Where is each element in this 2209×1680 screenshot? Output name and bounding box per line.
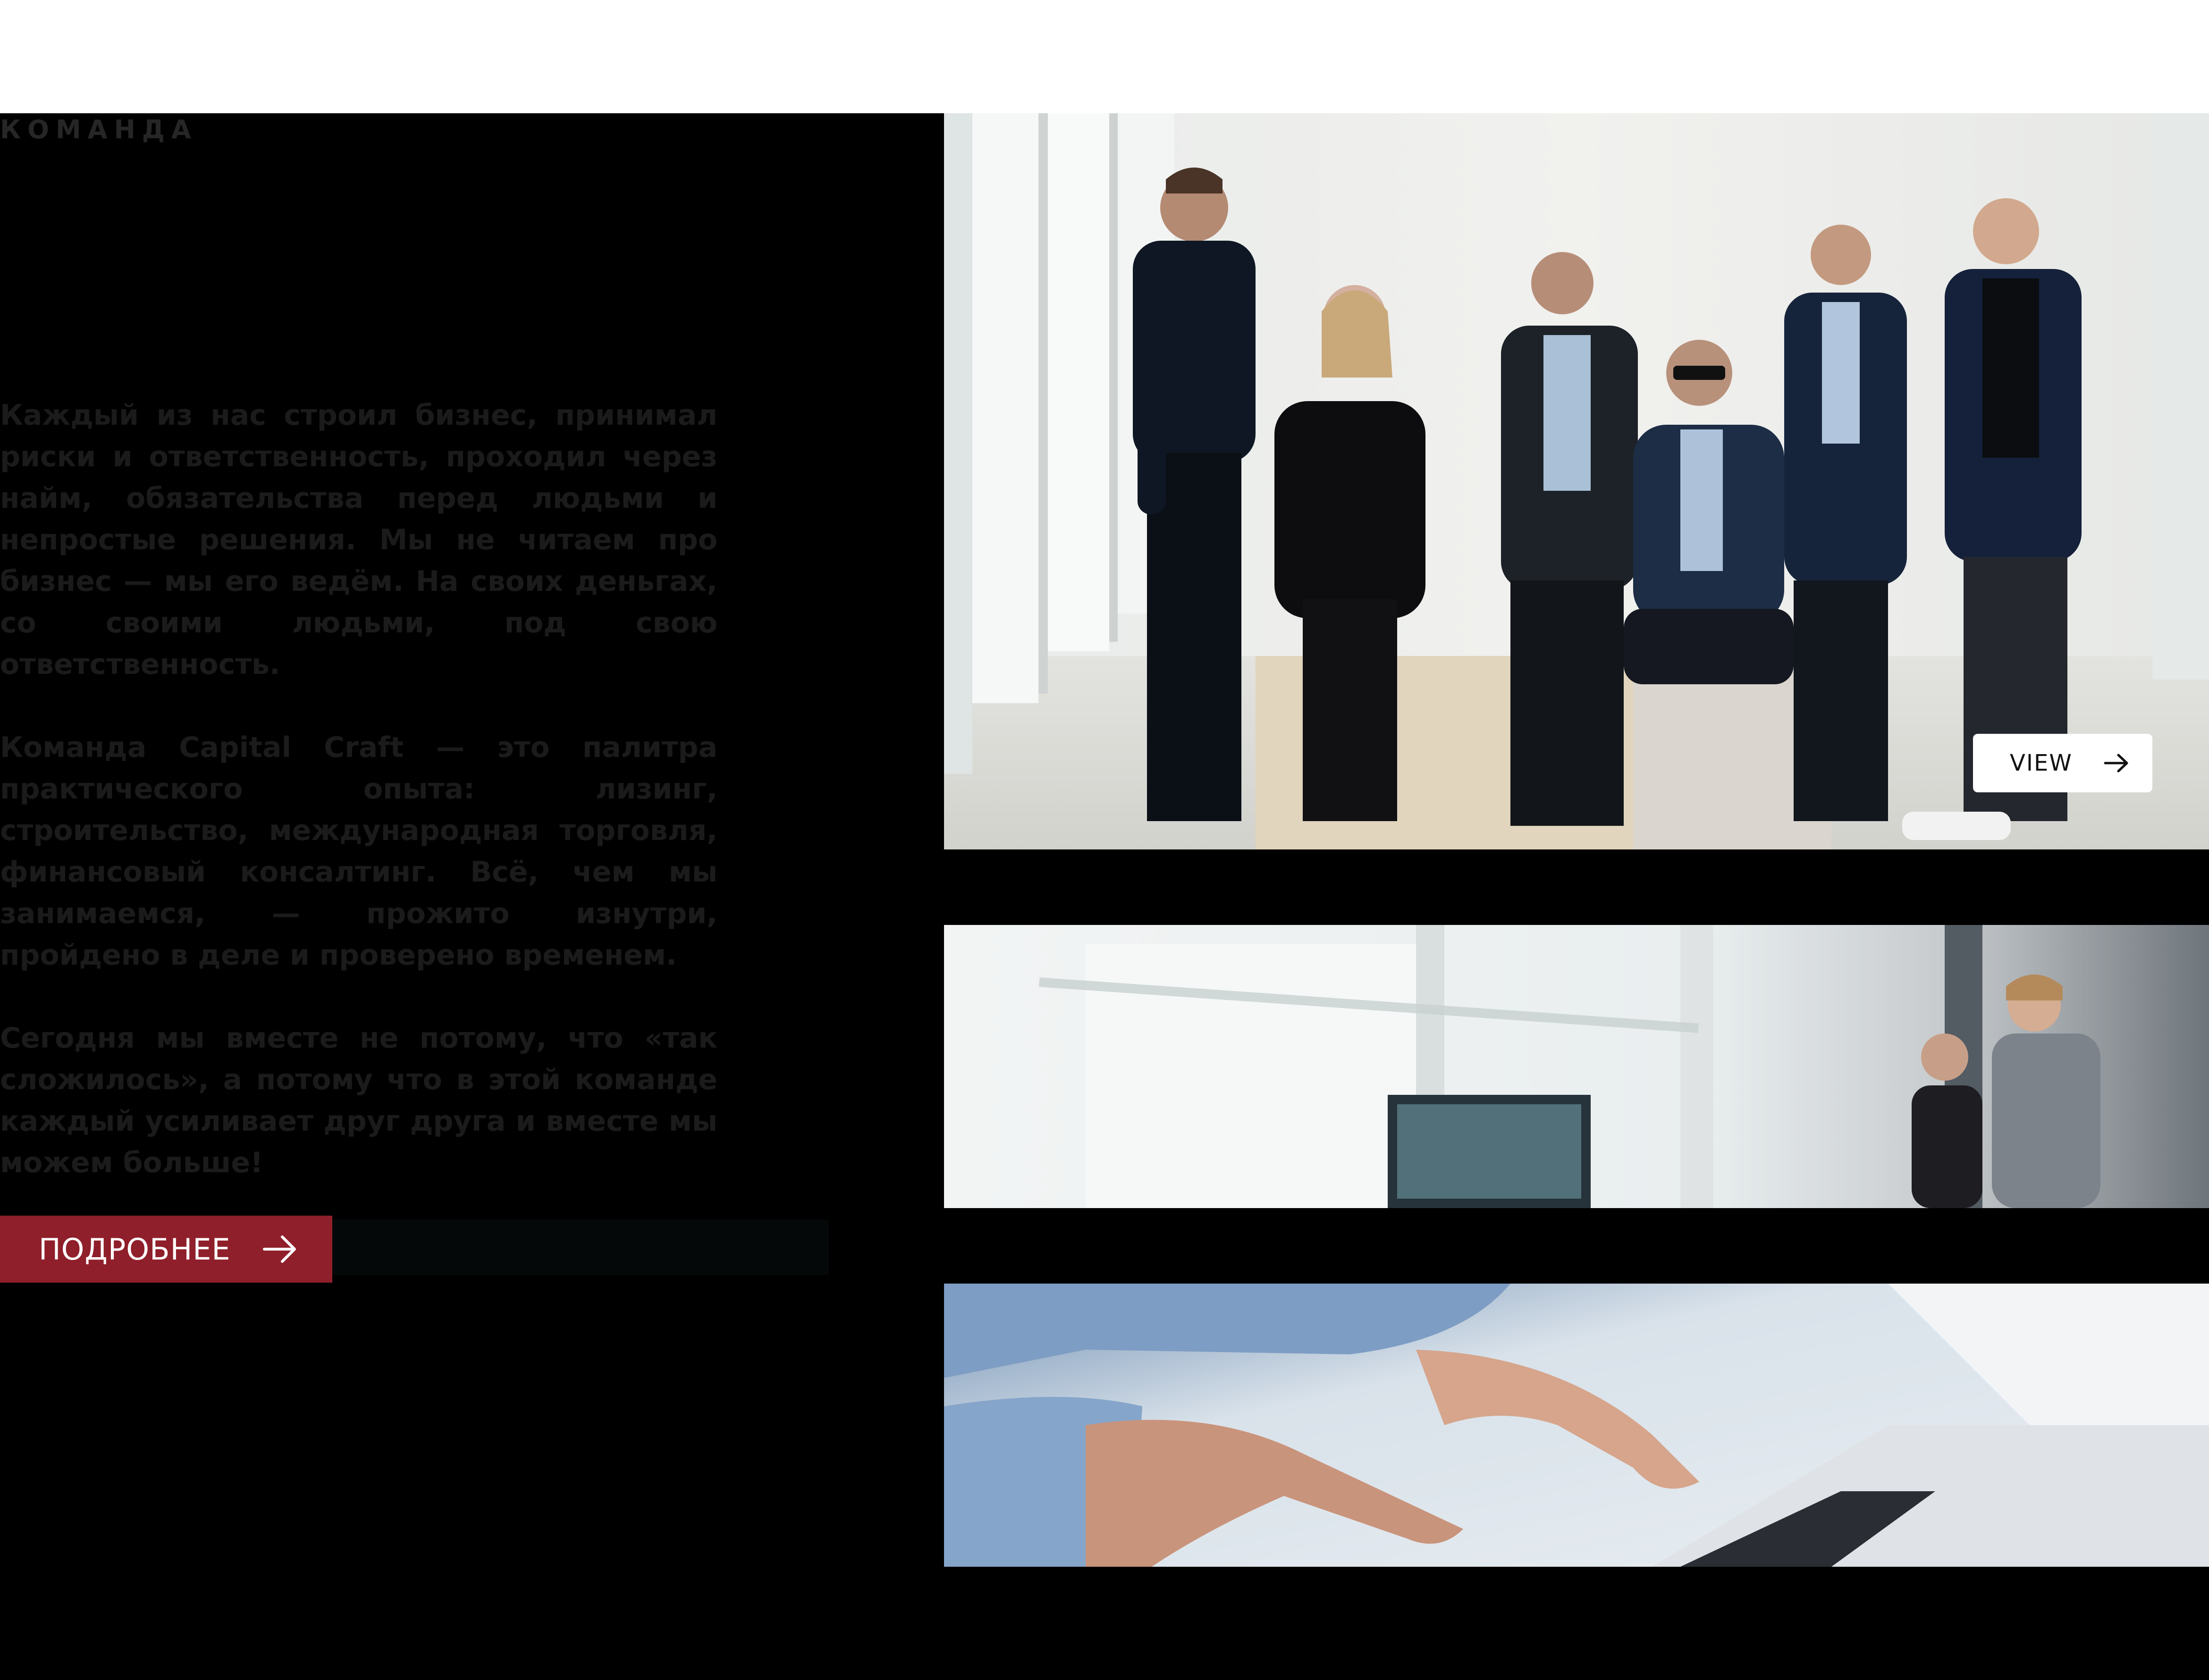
team-photo[interactable]: VIEW: [944, 113, 2209, 849]
office-photo-image: [944, 925, 2209, 1208]
arrow-right-icon: [263, 1235, 296, 1263]
intro-paragraph-1: Каждый из нас строил бизнес, принимал ри…: [0, 399, 717, 681]
more-button[interactable]: ПОДРОБНЕЕ: [0, 1216, 332, 1283]
laptop-photo[interactable]: [944, 1284, 2209, 1567]
intro-paragraph-3: Сегодня мы вместе не потому, что «так сл…: [0, 1022, 717, 1179]
team-intro: Каждый из нас строил бизнес, принимал ри…: [0, 395, 717, 1225]
more-button-label: ПОДРОБНЕЕ: [39, 1232, 231, 1267]
office-photo[interactable]: [944, 925, 2209, 1208]
laptop-photo-image: [944, 1284, 2209, 1567]
page: КОМАНДА Каждый из нас строил бизнес, при…: [0, 0, 2209, 1680]
intro-paragraph-2: Команда Capital Craft — это палитра прак…: [0, 731, 717, 972]
view-button-label: VIEW: [2010, 750, 2073, 776]
site-header: [0, 0, 2209, 113]
arrow-right-icon: [2104, 754, 2128, 773]
view-button[interactable]: VIEW: [1973, 734, 2152, 792]
section-title: КОМАНДА: [0, 115, 198, 144]
